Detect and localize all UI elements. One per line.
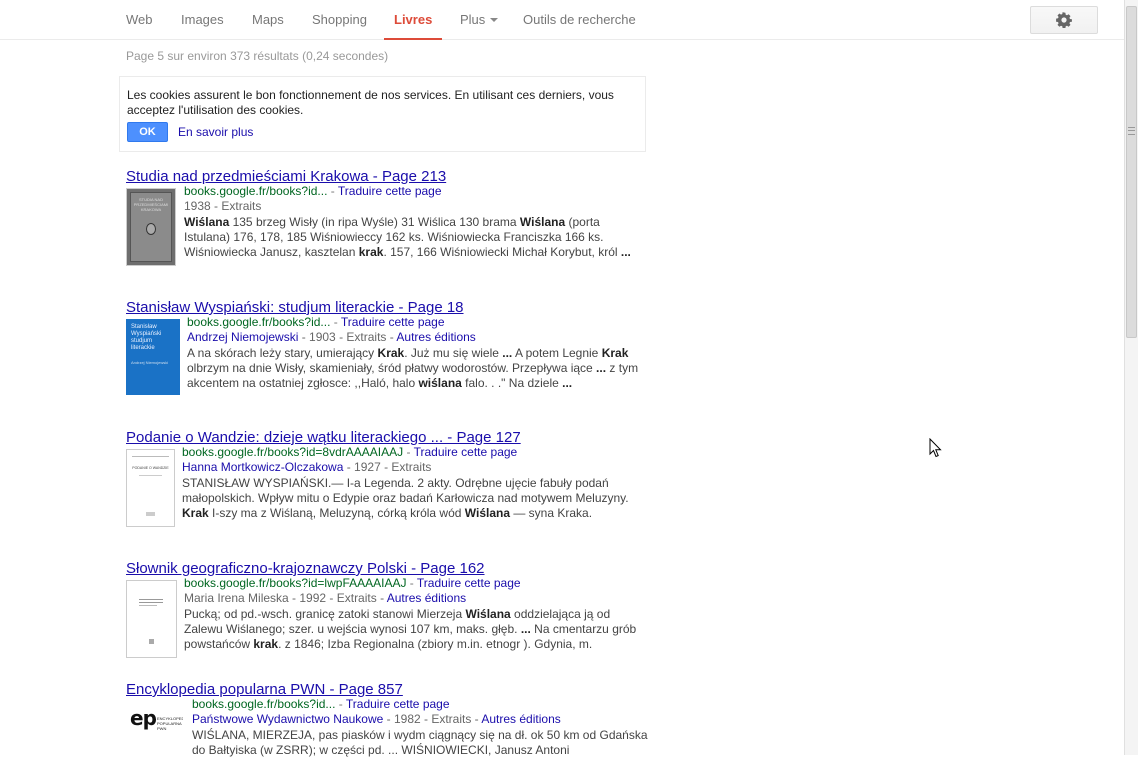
translate-link[interactable]: Traduire cette page	[346, 697, 450, 711]
result-meta: - 1982 - Extraits -	[383, 712, 482, 727]
result-url: books.google.fr/books?id=lwpFAAAAIAAJ	[184, 576, 407, 590]
scrollbar-grip-icon	[1128, 127, 1135, 135]
book-cover-thumbnail[interactable]: STUDIA NAD PRZEDMIEŚCIAMI KRAKOWA	[126, 188, 176, 266]
result-title-link[interactable]: Encyklopedia popularna PWN - Page 857	[126, 681, 403, 698]
search-result: Studia nad przedmieściami Krakowa - Page…	[126, 168, 646, 278]
other-editions-link[interactable]: Autres éditions	[387, 591, 466, 605]
chevron-down-icon	[490, 18, 499, 22]
result-title-link[interactable]: Studia nad przedmieściami Krakowa - Page…	[126, 168, 446, 185]
cover-author: Andrzej Niemojewski	[131, 360, 169, 365]
result-snippet: Pucką; od pd.-wsch. granicę zatoki stano…	[184, 606, 637, 652]
cookie-notice-text: Les cookies assurent le bon fonctionneme…	[127, 88, 614, 117]
result-meta: - 1903 - Extraits -	[298, 330, 397, 345]
cover-title: STUDIA NAD PRZEDMIEŚCIAMI KRAKOWA	[133, 197, 169, 212]
book-cover-thumbnail[interactable]: ep ENCYKLOPEDIA POPULARNA PWN	[126, 701, 184, 755]
mouse-cursor-icon	[929, 438, 942, 458]
tab-images[interactable]: Images	[181, 12, 224, 27]
scrollbar-thumb[interactable]	[1126, 6, 1137, 338]
result-url: books.google.fr/books?id...	[184, 184, 328, 198]
tab-search-tools[interactable]: Outils de recherche	[523, 12, 636, 27]
result-url: books.google.fr/books?id...	[187, 315, 331, 329]
book-cover-thumbnail[interactable]: PODANIE O WANDZIE	[126, 449, 175, 527]
cookie-notice: Les cookies assurent le bon fonctionneme…	[119, 76, 646, 152]
search-result: Podanie o Wandzie: dzieje wątku literack…	[126, 429, 646, 539]
search-result: Stanisław Wyspiański: studjum literackie…	[126, 299, 646, 409]
book-cover-thumbnail[interactable]	[126, 580, 177, 658]
other-editions-link[interactable]: Autres éditions	[396, 330, 475, 344]
book-cover-thumbnail[interactable]: Stanisław Wyspiański studjum literackie …	[126, 319, 180, 395]
result-snippet: A na skórach leży stary, umierający Krak…	[187, 345, 639, 391]
result-meta: 1938 - Extraits	[184, 199, 262, 214]
tab-web[interactable]: Web	[126, 12, 153, 27]
result-stats: Page 5 sur environ 373 résultats (0,24 s…	[126, 49, 389, 63]
result-url: books.google.fr/books?id...	[192, 697, 336, 711]
cover-title: PODANIE O WANDZIE	[132, 466, 169, 470]
tab-livres[interactable]: Livres	[383, 12, 443, 40]
result-meta: Maria Irena Mileska - 1992 - Extraits -	[184, 591, 387, 606]
result-snippet: Wiślana 135 brzeg Wisły (in ripa Wyśle) …	[184, 214, 631, 260]
other-editions-link[interactable]: Autres éditions	[481, 712, 560, 726]
pwn-logo: ep	[130, 706, 157, 730]
result-title-link[interactable]: Podanie o Wandzie: dzieje wątku literack…	[126, 429, 521, 446]
tab-shopping[interactable]: Shopping	[312, 12, 367, 27]
result-url: books.google.fr/books?id=8vdrAAAAIAAJ	[182, 445, 404, 459]
search-tabs-bar: Web Images Maps Shopping Livres Plus Out…	[0, 0, 1124, 40]
cookie-ok-button[interactable]: OK	[127, 122, 168, 142]
search-result: Słownik geograficzno-krajoznawczy Polski…	[126, 560, 646, 670]
tab-plus[interactable]: Plus	[460, 12, 499, 27]
tab-plus-label: Plus	[460, 12, 486, 27]
translate-link[interactable]: Traduire cette page	[341, 315, 445, 329]
translate-link[interactable]: Traduire cette page	[414, 445, 518, 459]
result-snippet: WIŚLANA, MIERZEJA, pas piasków i wydm ci…	[192, 727, 648, 757]
author-link[interactable]: Państwowe Wydawnictwo Naukowe	[192, 712, 383, 726]
result-title-link[interactable]: Słownik geograficzno-krajoznawczy Polski…	[126, 560, 485, 577]
result-title-link[interactable]: Stanisław Wyspiański: studjum literackie…	[126, 299, 464, 316]
result-meta: - 1927 - Extraits	[343, 460, 432, 475]
translate-link[interactable]: Traduire cette page	[338, 184, 442, 198]
result-snippet: STANISŁAW WYSPIAŃSKI.— I-a Legenda. 2 ak…	[182, 475, 629, 521]
cover-title: Stanisław Wyspiański studjum literackie	[131, 324, 162, 351]
translate-link[interactable]: Traduire cette page	[417, 576, 521, 590]
cover-title: ENCYKLOPEDIA POPULARNA PWN	[157, 716, 183, 731]
search-result: Encyklopedia popularna PWN - Page 857 ep…	[126, 681, 648, 757]
gear-icon	[1056, 12, 1072, 28]
tab-maps[interactable]: Maps	[252, 12, 284, 27]
author-link[interactable]: Andrzej Niemojewski	[187, 330, 298, 344]
learn-more-link[interactable]: En savoir plus	[178, 125, 253, 139]
author-link[interactable]: Hanna Mortkowicz-Olczakowa	[182, 460, 343, 474]
settings-button[interactable]	[1030, 6, 1098, 34]
